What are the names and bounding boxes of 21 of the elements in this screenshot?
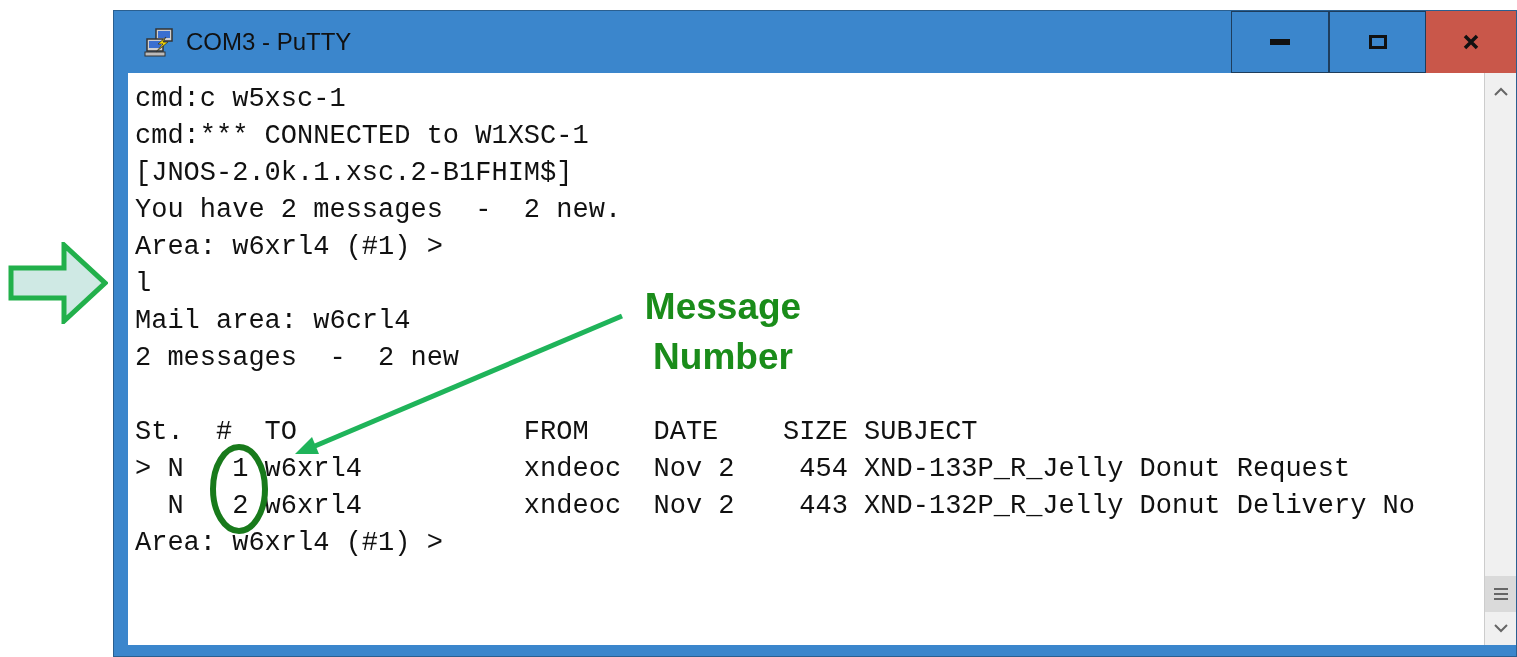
terminal-line: cmd:c w5xsc-1 (135, 83, 346, 116)
minimize-button[interactable] (1231, 11, 1329, 73)
listing-row-text: > N 1 w6xrl4 xndeoc Nov 2 454 XND-133P_R_Jelly Donut Request (135, 453, 1351, 486)
terminal-line: Mail area: w6crl4 (135, 305, 411, 338)
listing-row-text: N 2 w6xrl4 xndeoc Nov 2 443 XND-132P_R_Jelly Donut Delivery No (166, 490, 1415, 523)
terminal-line: You have 2 messages - 2 new. (135, 194, 622, 227)
terminal-line: cmd:*** CONNECTED to W1XSC-1 (135, 120, 589, 153)
terminal-line: l (135, 268, 152, 301)
close-icon (1463, 34, 1479, 50)
terminal-line: Area: w6xrl4 (#1) > (135, 527, 443, 560)
window-title: COM3 - PuTTY (186, 27, 352, 57)
scrollbar[interactable] (1484, 73, 1516, 645)
grip-icon (1493, 587, 1508, 601)
pointer-arrow-icon (8, 242, 108, 324)
terminal-line: [JNOS-2.0k.1.xsc.2-B1FHIM$] (135, 157, 573, 190)
listing-header: St. # TO FROM DATE SIZE SUBJECT (135, 416, 978, 449)
annotation-label: Message Number (643, 285, 803, 379)
maximize-button[interactable] (1329, 11, 1426, 73)
terminal-line: Area: w6xrl4 (#1) > (135, 231, 443, 264)
terminal-line: 2 messages - 2 new (135, 342, 460, 375)
scrollbar-thumb[interactable] (1485, 576, 1516, 612)
